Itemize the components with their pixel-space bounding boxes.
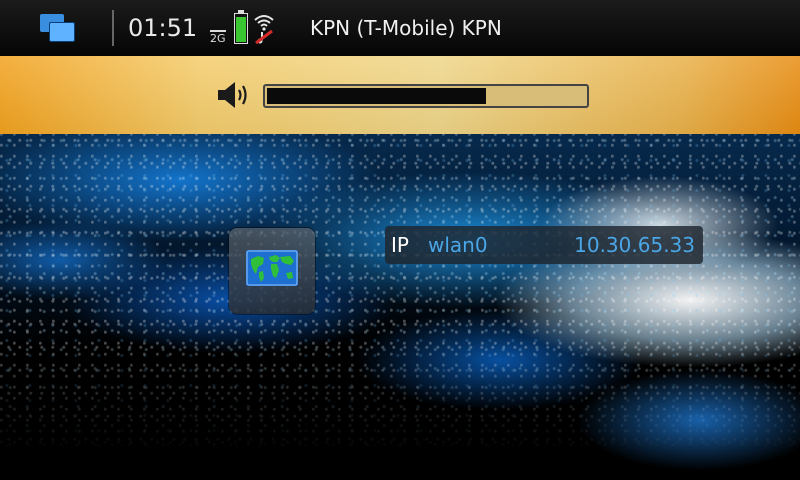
network-interface-name: wlan0 (428, 233, 488, 257)
volume-slider[interactable] (263, 84, 589, 108)
volume-level-fill (267, 88, 486, 104)
operator-name[interactable]: KPN (T-Mobile) KPN (310, 14, 502, 42)
world-map-app-shortcut[interactable] (229, 228, 315, 314)
world-map-icon (246, 250, 298, 286)
speaker-icon (218, 82, 247, 108)
battery-icon (234, 10, 248, 44)
battery-level-fill (236, 17, 246, 42)
status-separator (112, 10, 114, 46)
volume-bar (0, 56, 800, 134)
ip-address-value: 10.30.65.33 (574, 233, 695, 257)
status-bar: 01:51 2G KPN (T-Mobile) KPN (0, 0, 800, 56)
home-screen: 01:51 2G KPN (T-Mobile) KPN IP wlan0 10.… (0, 0, 800, 480)
ip-label: IP (391, 233, 409, 257)
network-type-indicator: 2G (210, 30, 226, 45)
clock[interactable]: 01:51 (128, 12, 197, 44)
ip-address-widget[interactable]: IP wlan0 10.30.65.33 (385, 226, 703, 264)
wifi-disconnected-icon (254, 15, 274, 45)
task-switcher-icon[interactable] (40, 14, 76, 44)
